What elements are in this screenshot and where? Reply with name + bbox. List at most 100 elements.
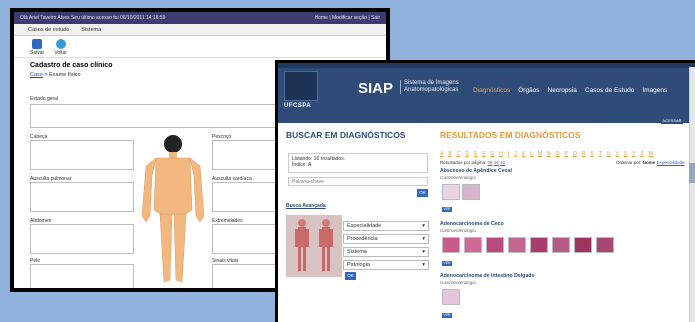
rpp-32[interactable]: 32: [500, 160, 505, 165]
back-button[interactable]: Voltar: [54, 39, 67, 57]
result-thumb[interactable]: [486, 237, 504, 253]
alphabet-letter-l[interactable]: L: [530, 151, 533, 157]
result-thumb[interactable]: [574, 237, 592, 253]
nav-imagens[interactable]: Imagens: [642, 87, 667, 94]
select-patologia[interactable]: Patologia ▾: [343, 260, 429, 270]
alphabet-letter-f[interactable]: F: [482, 151, 485, 157]
result-thumb[interactable]: [464, 237, 482, 253]
alphabet-index: ABCDEFGHIJKLMNOPQRSTUVXYZW: [440, 151, 653, 157]
result-thumb[interactable]: [552, 237, 570, 253]
ufcspa-logo-text: UFCSPA: [284, 103, 312, 109]
nav-orgaos[interactable]: Órgãos: [518, 87, 539, 94]
ausculta-pulmonar-field[interactable]: [30, 182, 134, 212]
menu-item-sistema[interactable]: Sistema: [81, 27, 101, 33]
result-thumb[interactable]: [442, 184, 460, 200]
alphabet-letter-x[interactable]: X: [624, 151, 627, 157]
result-thumb[interactable]: [530, 237, 548, 253]
listing-info: Listando: 16 resultados. Índice: A: [288, 153, 428, 173]
nav-necropsia[interactable]: Necropsia: [548, 87, 577, 94]
alphabet-letter-s[interactable]: S: [590, 151, 593, 157]
area-restrita-label: ÁREA RESTRITA: [618, 119, 662, 125]
alphabet-letter-a[interactable]: A: [440, 151, 443, 157]
ver-button-1[interactable]: VER: [442, 207, 452, 212]
ver-button-2[interactable]: VER: [442, 261, 452, 266]
alphabet-letter-v[interactable]: V: [615, 151, 618, 157]
alphabet-letter-c[interactable]: C: [457, 151, 461, 157]
rpp-08[interactable]: 08: [488, 160, 493, 165]
acessar-button[interactable]: ACESSAR: [661, 118, 683, 124]
alphabet-letter-q[interactable]: Q: [573, 151, 577, 157]
select-sistema-value: Sistema: [347, 249, 367, 255]
result-thumb[interactable]: [442, 289, 460, 305]
alphabet-letter-j[interactable]: J: [514, 151, 517, 157]
pele-field[interactable]: [30, 264, 134, 288]
chevron-down-icon: ▾: [422, 262, 425, 268]
keyword-input[interactable]: [288, 177, 428, 186]
ver-button-3[interactable]: VER: [442, 313, 452, 318]
result-specialty-2: Gastroenterologia: [440, 228, 476, 233]
result-thumb[interactable]: [508, 237, 526, 253]
chevron-down-icon: ▾: [422, 223, 425, 229]
results-title: RESULTADOS EM DIAGNÓSTICOS: [440, 130, 581, 140]
chevron-down-icon: ▾: [422, 236, 425, 242]
result-thumb[interactable]: [442, 237, 460, 253]
siap-subtitle: Sistema de Imagens Anatomopatológicas: [400, 80, 459, 94]
order-nome[interactable]: Nome: [643, 160, 656, 165]
siap-brand[interactable]: SIAP: [358, 80, 393, 97]
alphabet-letter-d[interactable]: D: [465, 151, 469, 157]
alphabet-letter-u[interactable]: U: [607, 151, 611, 157]
select-sistema[interactable]: Sistema ▾: [343, 247, 429, 257]
result-specialty-1: Gastroenterologia: [440, 175, 476, 180]
abdomen-field[interactable]: [30, 224, 134, 254]
alphabet-letter-g[interactable]: G: [490, 151, 494, 157]
keyword-ok-button[interactable]: OK: [417, 189, 428, 197]
topbar-links[interactable]: Home | Modificar seção | Sair: [315, 15, 380, 21]
result-title-1[interactable]: Abscesso de Apêndice Cecal: [440, 168, 512, 174]
alphabet-letter-w[interactable]: W: [649, 151, 654, 157]
results-per-page-label: Resultados por página:: [440, 160, 487, 165]
advanced-search-link[interactable]: Busca Avançada: [286, 203, 326, 209]
chevron-down-icon: ▾: [422, 249, 425, 255]
alphabet-letter-k[interactable]: K: [522, 151, 525, 157]
advanced-ok-button[interactable]: OK: [345, 272, 356, 280]
result-title-3[interactable]: Adenocarcinoma de Intestino Delgado: [440, 273, 535, 279]
breadcrumb-link-caso[interactable]: Caso: [30, 72, 43, 78]
rpp-16[interactable]: 16: [494, 160, 499, 165]
alphabet-letter-m[interactable]: M: [538, 151, 542, 157]
alphabet-letter-o[interactable]: O: [556, 151, 560, 157]
result-thumb[interactable]: [462, 184, 480, 200]
order-by: Ordenar por: Nome Especialidade: [616, 160, 685, 165]
alphabet-letter-h[interactable]: H: [499, 151, 503, 157]
cabeca-field[interactable]: [30, 140, 134, 170]
anatomy-figure[interactable]: [286, 215, 342, 277]
back-icon: [55, 39, 66, 49]
back-label: Voltar: [54, 50, 67, 56]
alphabet-letter-z[interactable]: Z: [640, 151, 643, 157]
site-header: UFCSPA SIAP Sistema de Imagens Anatomopat…: [278, 63, 695, 123]
scrollbar[interactable]: [689, 67, 695, 322]
alphabet-letter-b[interactable]: B: [448, 151, 451, 157]
scrollbar-thumb[interactable]: [689, 163, 695, 183]
select-procedencia[interactable]: Procedência ▾: [343, 234, 429, 244]
alphabet-letter-p[interactable]: P: [565, 151, 568, 157]
order-label: Ordenar por:: [616, 160, 642, 165]
user-topbar: Olá Ariel Taveiro Alves Seu último acess…: [14, 12, 386, 24]
alphabet-letter-i[interactable]: I: [508, 151, 509, 157]
result-title-2[interactable]: Adenocarcinoma de Ceco: [440, 221, 504, 227]
menu-item-casos[interactable]: Casos de estudo: [28, 27, 69, 33]
nav-casos-de-estudo[interactable]: Casos de Estudo: [585, 87, 635, 94]
result-specialty-3: Gastroenterologia: [440, 280, 476, 285]
alphabet-letter-t[interactable]: T: [599, 151, 602, 157]
alphabet-letter-r[interactable]: R: [582, 151, 586, 157]
order-especialidade[interactable]: Especialidade: [657, 160, 685, 165]
nav-diagnosticos[interactable]: Diagnósticos: [473, 87, 510, 94]
alphabet-letter-n[interactable]: N: [547, 151, 551, 157]
save-button[interactable]: Salvar: [30, 39, 44, 57]
result-thumb[interactable]: [596, 237, 614, 253]
select-especialidade[interactable]: Especialidade ▾: [343, 221, 429, 231]
alphabet-letter-y[interactable]: Y: [632, 151, 635, 157]
human-body-diagram[interactable]: [136, 130, 210, 292]
siap-window: UFCSPA SIAP Sistema de Imagens Anatomopat…: [275, 60, 695, 322]
alphabet-letter-e[interactable]: E: [474, 151, 477, 157]
ufcspa-building-logo: [284, 71, 318, 101]
